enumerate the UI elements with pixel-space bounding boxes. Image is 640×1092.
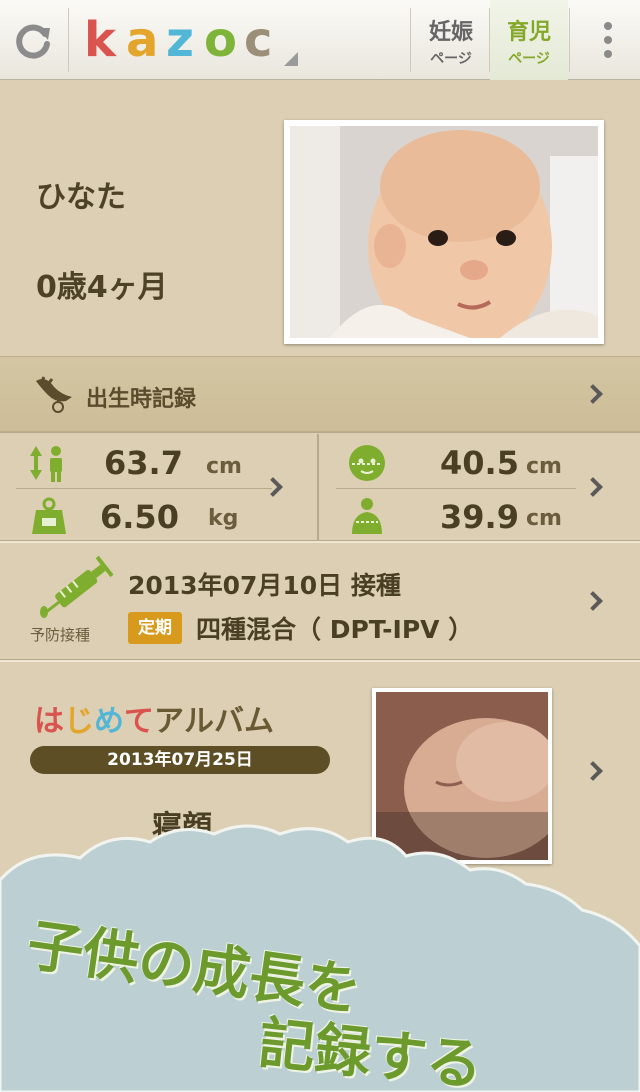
album-title-char: ア: [154, 704, 184, 739]
album-caption: 寝顔: [152, 810, 212, 845]
row-divider: [0, 432, 640, 433]
logo-corner-mark: [284, 52, 298, 66]
height-unit: cm: [206, 454, 242, 479]
child-profile-photo[interactable]: [284, 120, 604, 344]
vaccination-type-badge: 定期: [128, 612, 182, 644]
height-value: 63.7: [104, 444, 183, 482]
measurement-row-divider: [336, 488, 576, 489]
vaccination-label: 予防接種: [30, 626, 91, 644]
stork-icon: [36, 376, 72, 413]
tab-pregnancy-page[interactable]: 妊娠 ページ: [412, 0, 490, 80]
album-title: はじめてアルバム: [34, 696, 274, 740]
album-title-char: ム: [244, 704, 274, 739]
logo-letter: c: [244, 12, 273, 68]
kazoc-logo: k a z o c: [84, 14, 304, 70]
album-photo[interactable]: [372, 688, 552, 864]
album-title-char: バ: [214, 704, 244, 739]
header-divider: [569, 8, 570, 72]
tab-sublabel: ページ: [508, 51, 550, 67]
tab-sublabel: ページ: [430, 51, 472, 67]
logo-letter: a: [126, 12, 159, 68]
album-title-char: ル: [184, 704, 214, 739]
album-title-char: じ: [64, 704, 94, 739]
sleeping-baby-image: [376, 692, 548, 860]
logo-letter: k: [84, 12, 116, 68]
baby-face-image: [290, 126, 598, 338]
tab-label: 妊娠: [428, 20, 473, 45]
scale-icon: [32, 497, 66, 534]
weight-value: 6.50: [100, 498, 179, 536]
app-header: k a z o c 妊娠 ページ 育児 ページ: [0, 0, 640, 80]
birth-record-label: 出生時記録: [86, 387, 197, 412]
header-divider: [410, 8, 411, 72]
head-circumference-unit: cm: [526, 454, 562, 479]
vaccination-date: 2013年07月10日 接種: [128, 571, 401, 600]
chest-circumference-icon: [352, 498, 382, 534]
album-title-char: て: [124, 704, 154, 739]
measurement-divider: [317, 434, 319, 540]
head-circumference-icon: [349, 445, 385, 481]
refresh-icon: [16, 24, 50, 59]
vaccine-name: 四種混合（ DPT-IPV ）: [196, 615, 474, 644]
header-divider: [68, 8, 69, 72]
chevron-right-icon: [583, 384, 603, 404]
weight-unit: kg: [208, 506, 239, 531]
syringe-icon: [40, 555, 114, 618]
chest-circumference-unit: cm: [526, 506, 562, 531]
overflow-menu-button[interactable]: [580, 0, 640, 80]
logo-letter: z: [166, 12, 194, 68]
tab-label: 育児: [506, 20, 551, 45]
height-icon: [30, 446, 62, 482]
measurement-row-divider: [16, 488, 272, 489]
refresh-button[interactable]: [0, 0, 68, 80]
logo-letter: o: [204, 12, 237, 68]
album-date-pill: 2013年07月25日: [30, 746, 330, 774]
child-name: ひなた: [36, 180, 126, 215]
album-title-char: め: [94, 704, 124, 739]
birth-record-row[interactable]: 出生時記録: [0, 356, 640, 432]
child-age: 0歳4ヶ月: [36, 270, 168, 305]
head-circumference-value: 40.5: [440, 444, 519, 482]
tab-childcare-page[interactable]: 育児 ページ: [490, 0, 568, 80]
chest-circumference-value: 39.9: [440, 498, 519, 536]
album-title-char: は: [34, 704, 64, 739]
